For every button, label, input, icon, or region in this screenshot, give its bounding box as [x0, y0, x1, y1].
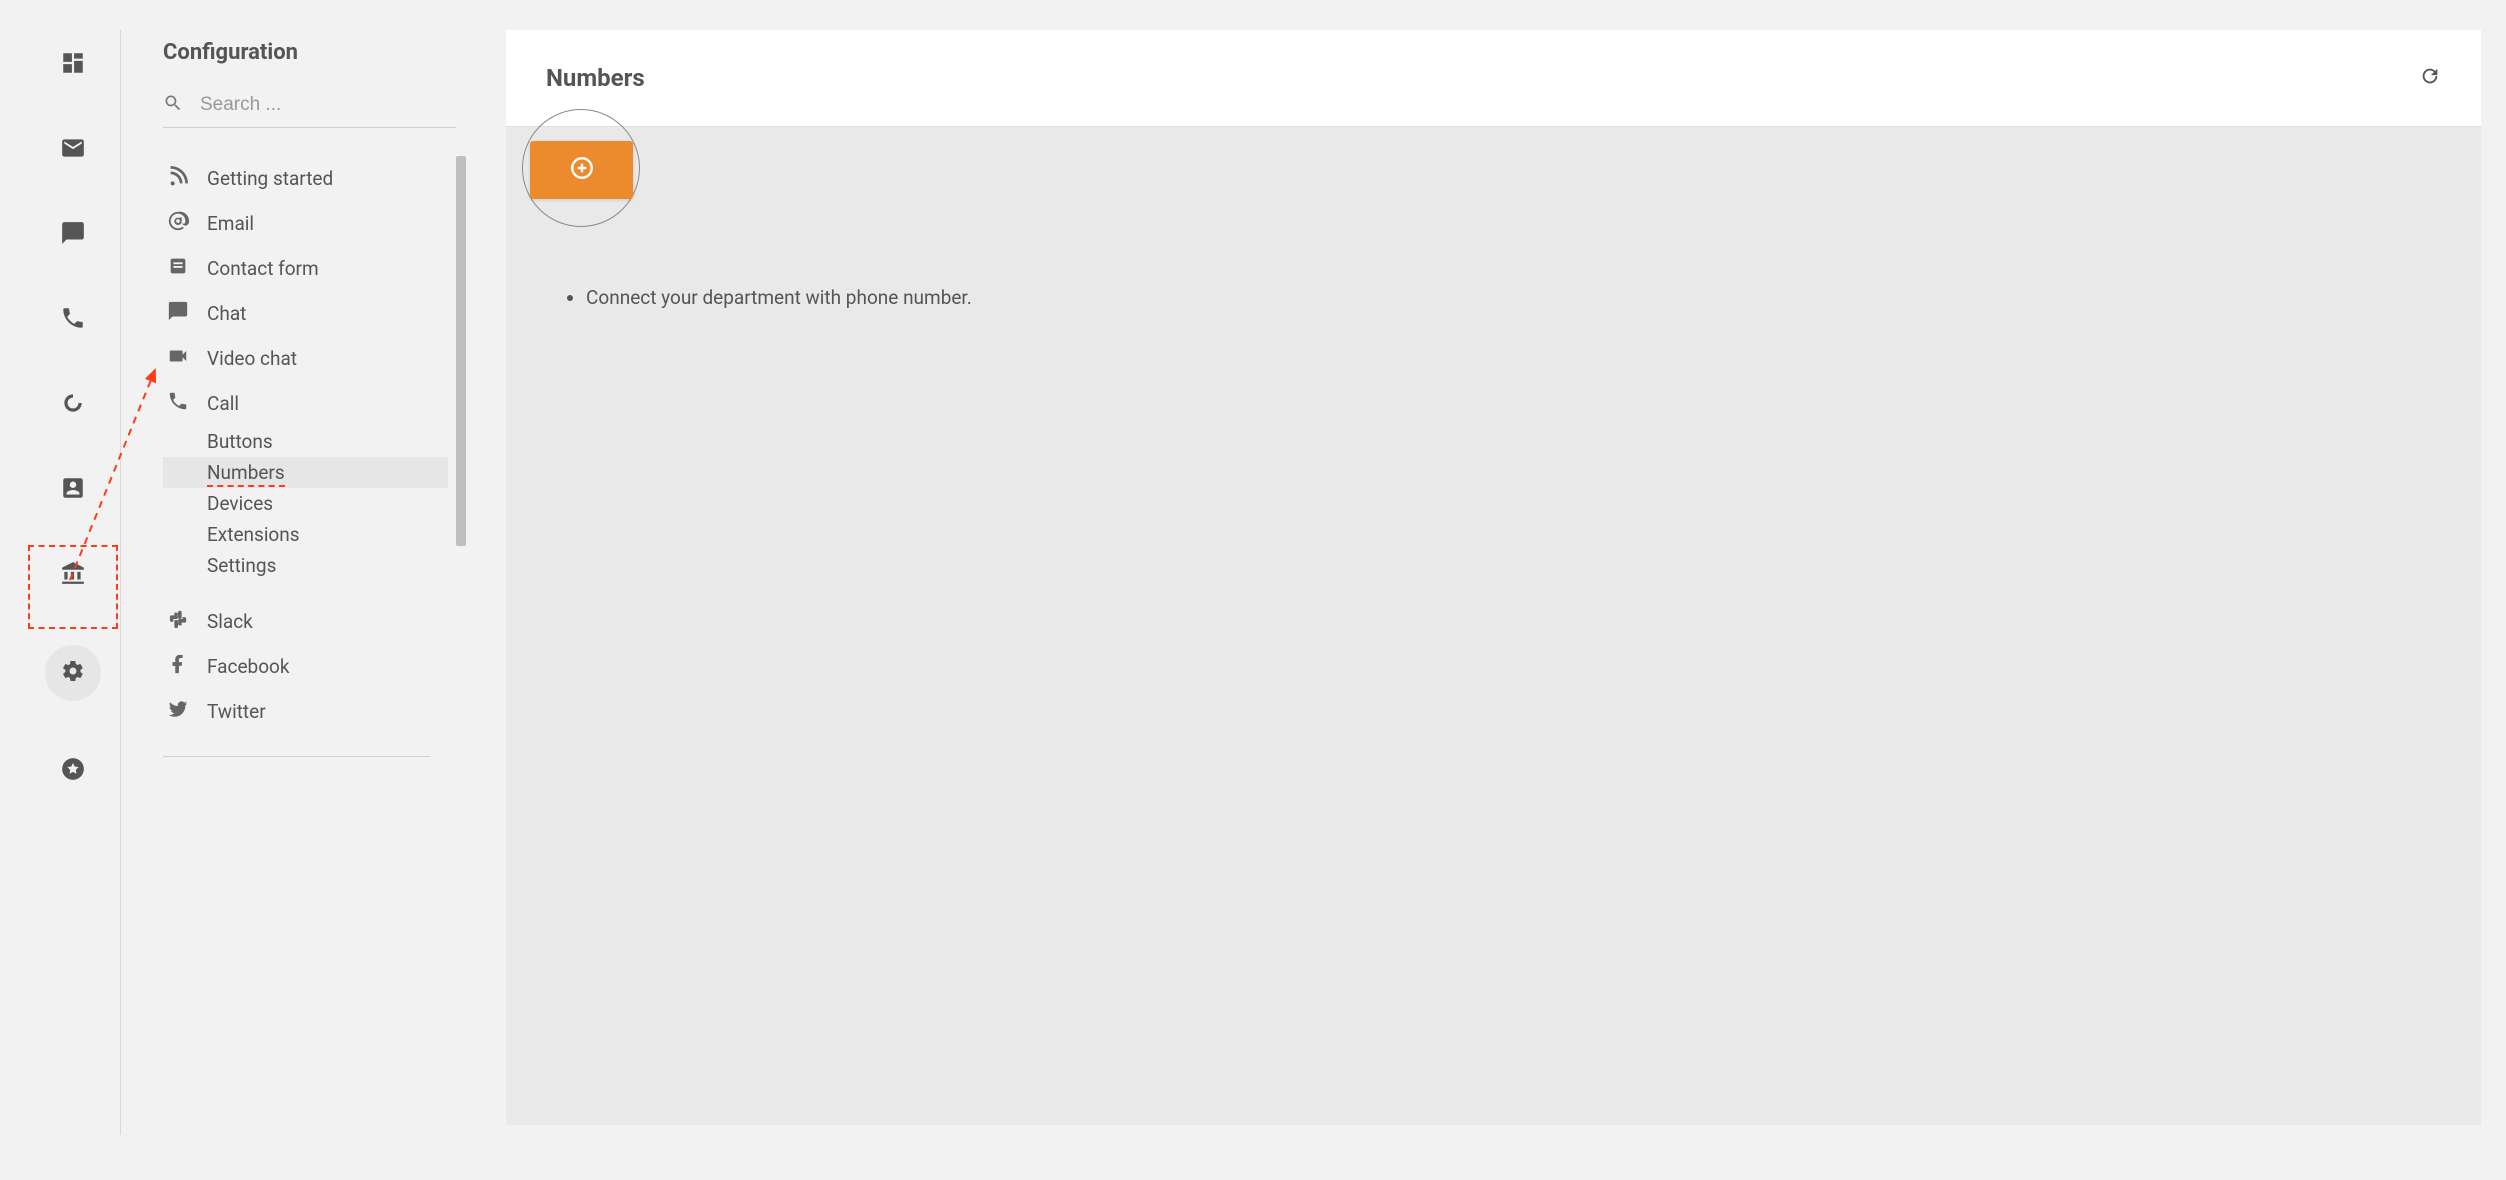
gear-icon	[61, 659, 85, 687]
spinner-icon	[60, 390, 86, 420]
nav-billing[interactable]	[58, 560, 88, 590]
nav-contacts[interactable]	[58, 475, 88, 505]
page-title: Numbers	[546, 64, 645, 92]
rail-divider	[120, 30, 121, 1135]
main-header: Numbers	[506, 30, 2481, 126]
slack-icon	[167, 608, 189, 635]
label: Buttons	[207, 430, 273, 453]
label: Contact form	[207, 257, 319, 280]
nav-dashboard[interactable]	[58, 50, 88, 80]
phone-icon	[167, 390, 189, 417]
label: Email	[207, 212, 254, 235]
nav-mail[interactable]	[58, 135, 88, 165]
label: Video chat	[207, 347, 297, 370]
rss-icon	[167, 165, 189, 192]
call-sublist: Buttons Numbers Devices Extensions Setti…	[163, 426, 448, 581]
sidebar-item-facebook[interactable]: Facebook	[163, 644, 448, 689]
sidebar-item-getting-started[interactable]: Getting started	[163, 156, 448, 201]
dashboard-icon	[60, 50, 86, 80]
label: Getting started	[207, 167, 333, 190]
form-icon	[167, 255, 189, 282]
mail-icon	[60, 135, 86, 165]
nav-chat[interactable]	[58, 220, 88, 250]
config-sidebar: Configuration Getting started Email Con	[131, 0, 466, 1155]
label: Facebook	[207, 655, 290, 678]
main-panel: Numbers Connect your department with pho…	[506, 30, 2481, 1125]
main-body: Connect your department with phone numbe…	[506, 126, 2481, 1125]
sidebar-item-call[interactable]: Call	[163, 381, 448, 426]
refresh-button[interactable]	[2419, 65, 2441, 91]
facebook-icon	[167, 653, 189, 680]
sidebar-item-contact-form[interactable]: Contact form	[163, 246, 448, 291]
sidebar-item-video-chat[interactable]: Video chat	[163, 336, 448, 381]
label: Chat	[207, 302, 246, 325]
label: Numbers	[207, 461, 285, 487]
at-icon	[167, 210, 189, 237]
sidebar-item-email[interactable]: Email	[163, 201, 448, 246]
bank-icon	[60, 560, 86, 590]
refresh-icon	[2419, 72, 2441, 91]
label: Slack	[207, 610, 253, 633]
nav-favorites[interactable]	[58, 756, 88, 786]
sidebar-sub-settings[interactable]: Settings	[163, 550, 448, 581]
sidebar-sub-devices[interactable]: Devices	[163, 488, 448, 519]
nav-activity[interactable]	[58, 390, 88, 420]
search-icon	[163, 93, 183, 117]
label: Devices	[207, 492, 273, 515]
sidebar-sub-buttons[interactable]: Buttons	[163, 426, 448, 457]
add-number-button[interactable]	[530, 141, 633, 199]
sidebar-divider	[163, 756, 430, 757]
phone-icon	[60, 305, 86, 335]
sidebar-item-twitter[interactable]: Twitter	[163, 689, 448, 734]
label: Twitter	[207, 700, 266, 723]
scrollbar-thumb[interactable]	[456, 156, 466, 546]
sidebar-item-chat[interactable]: Chat	[163, 291, 448, 336]
main-nav-rail	[25, 0, 120, 1155]
video-icon	[167, 345, 189, 372]
sidebar-sub-numbers[interactable]: Numbers	[163, 457, 448, 488]
sidebar-scroll: Getting started Email Contact form Chat …	[163, 156, 466, 1156]
sidebar-search[interactable]	[163, 87, 456, 128]
plus-circle-icon	[569, 155, 595, 185]
twitter-icon	[167, 698, 189, 725]
label: Call	[207, 392, 239, 415]
label: Extensions	[207, 523, 300, 546]
chat-icon	[60, 220, 86, 250]
sidebar-item-slack[interactable]: Slack	[163, 599, 448, 644]
contacts-icon	[60, 475, 86, 505]
instruction-item: Connect your department with phone numbe…	[586, 286, 2441, 309]
label: Settings	[207, 554, 276, 577]
instructions-list: Connect your department with phone numbe…	[586, 286, 2441, 309]
app-root: Configuration Getting started Email Con	[0, 0, 2506, 1180]
chat-bubble-icon	[167, 300, 189, 327]
search-input[interactable]	[198, 93, 456, 117]
nav-configuration[interactable]	[45, 645, 101, 701]
add-number-area	[526, 103, 633, 199]
sidebar-title: Configuration	[163, 40, 466, 65]
star-circle-icon	[60, 756, 86, 786]
nav-call[interactable]	[58, 305, 88, 335]
sidebar-sub-extensions[interactable]: Extensions	[163, 519, 448, 550]
